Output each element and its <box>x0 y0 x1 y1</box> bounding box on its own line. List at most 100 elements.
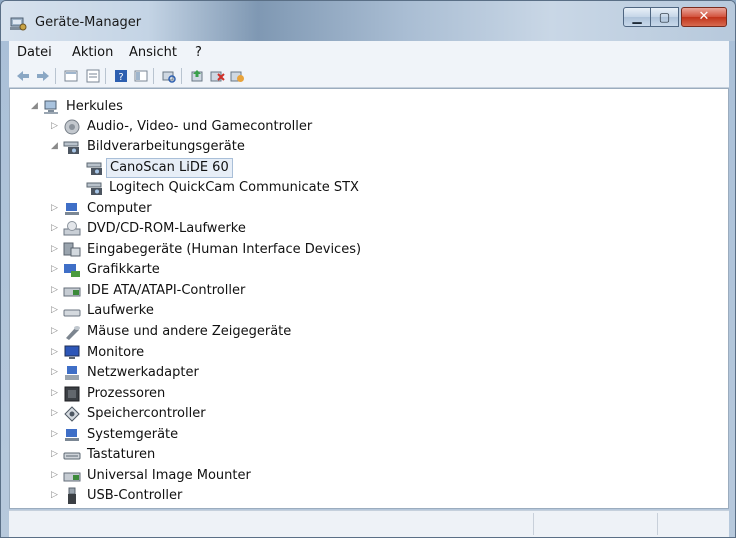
ide-controller-icon <box>63 472 81 482</box>
toolbar-separator <box>181 68 182 84</box>
tree-item-label: DVD/CD-ROM-Laufwerke <box>87 221 246 236</box>
minimize-button[interactable]: ▁ <box>623 7 651 27</box>
console-tree-icon[interactable] <box>133 68 149 84</box>
tree-item[interactable]: ▷ Speichercontroller <box>10 404 728 424</box>
expand-arrow-icon[interactable]: ▷ <box>51 347 61 357</box>
tree-item[interactable]: ▷ Audio-, Video- und Gamecontroller <box>10 117 728 137</box>
expand-arrow-icon[interactable]: ▷ <box>51 223 61 233</box>
tree-item[interactable]: ▷ IDE ATA/ATAPI-Controller <box>10 281 728 301</box>
device-manager-icon <box>10 17 27 31</box>
tree-item-label: Audio-, Video- und Gamecontroller <box>87 119 313 134</box>
menu-aktion[interactable]: Aktion <box>72 45 113 60</box>
device-tree[interactable]: ◢ Herkules ▷ Audio-, Video- und Gamecont… <box>9 88 729 509</box>
scanner-icon <box>86 182 102 195</box>
tree-item-label: Tastaturen <box>87 447 156 462</box>
tree-item-label: Systemgeräte <box>87 427 179 442</box>
maximize-icon: ▢ <box>658 10 671 24</box>
tree-item-label: Laufwerke <box>87 303 154 318</box>
tree-child-item[interactable]: CanoScan LiDE 60 <box>10 158 728 178</box>
tree-item[interactable]: ▷ Monitore <box>10 343 728 363</box>
tree-item[interactable]: ▷ Computer <box>10 199 728 219</box>
tree-item-label: IDE ATA/ATAPI-Controller <box>87 283 246 298</box>
expand-arrow-icon[interactable]: ▷ <box>51 388 61 398</box>
expand-arrow-icon[interactable]: ▷ <box>51 121 61 131</box>
tree-item[interactable]: ▷ Mäuse und andere Zeigegeräte <box>10 322 728 342</box>
properties-list-icon[interactable] <box>85 68 101 84</box>
tree-item[interactable]: ▷ Prozessoren <box>10 384 728 404</box>
toolbar: ? <box>9 65 729 88</box>
help-icon[interactable]: ? <box>113 68 129 84</box>
status-divider <box>657 513 658 535</box>
usb-icon <box>68 487 76 504</box>
svg-text:?: ? <box>118 72 123 83</box>
tree-item[interactable]: ▷ Laufwerke <box>10 301 728 321</box>
title-bar[interactable]: Geräte-Manager ▁ ▢ ✕ <box>1 1 735 41</box>
update-driver-icon[interactable] <box>189 68 205 84</box>
tree-child-item[interactable]: Logitech QuickCam Communicate STX <box>10 178 728 198</box>
keyboard-icon <box>63 452 81 460</box>
tree-item[interactable]: ▷ DVD/CD-ROM-Laufwerke <box>10 219 728 239</box>
scan-hardware-icon[interactable] <box>161 68 177 84</box>
computer-icon <box>65 203 79 215</box>
tree-view-icon[interactable] <box>63 68 79 84</box>
expand-arrow-icon[interactable]: ▷ <box>51 367 61 377</box>
expand-arrow-icon[interactable]: ▷ <box>51 429 61 439</box>
expand-arrow-icon[interactable]: ▷ <box>51 408 61 418</box>
toolbar-separator <box>55 68 56 84</box>
system-devices-icon <box>65 429 79 441</box>
expand-arrow-icon[interactable]: ▷ <box>51 264 61 274</box>
expand-arrow-icon[interactable]: ▷ <box>51 203 61 213</box>
camera-icon <box>63 141 79 154</box>
window-title: Geräte-Manager <box>35 15 142 30</box>
device-manager-window: Geräte-Manager ▁ ▢ ✕ Datei Aktion Ansich… <box>0 0 736 538</box>
expand-arrow-icon[interactable]: ▷ <box>51 449 61 459</box>
tree-item[interactable]: ▷ USB-Controller <box>10 486 728 506</box>
tree-item[interactable]: ◢ Bildverarbeitungsgeräte <box>10 137 728 157</box>
computer-icon <box>44 100 58 114</box>
collapse-arrow-icon[interactable]: ◢ <box>31 101 41 111</box>
tree-item-label: Speichercontroller <box>87 406 206 421</box>
expand-arrow-icon[interactable]: ▷ <box>51 244 61 254</box>
expand-arrow-icon[interactable]: ▷ <box>51 470 61 480</box>
tree-item[interactable]: ▷ Grafikkarte <box>10 260 728 280</box>
menu-bar: Datei Aktion Ansicht ? <box>9 41 729 66</box>
tree-child-label: CanoScan LiDE 60 <box>106 158 233 178</box>
tree-item[interactable]: ▷ Systemgeräte <box>10 425 728 445</box>
menu-help[interactable]: ? <box>195 45 202 60</box>
storage-controller-icon <box>64 406 80 422</box>
tree-item-label: Prozessoren <box>87 386 166 401</box>
forward-arrow-icon[interactable] <box>35 68 51 84</box>
tree-root[interactable]: ◢ Herkules <box>10 97 728 117</box>
expand-arrow-icon[interactable]: ▷ <box>51 305 61 315</box>
expand-arrow-icon[interactable]: ▷ <box>51 326 61 336</box>
collapse-arrow-icon[interactable]: ◢ <box>51 141 61 151</box>
speaker-icon <box>64 119 80 135</box>
close-button[interactable]: ✕ <box>681 7 727 27</box>
expand-arrow-icon[interactable]: ▷ <box>51 285 61 295</box>
disable-icon[interactable] <box>229 68 245 84</box>
expand-arrow-icon[interactable]: ▷ <box>51 490 61 500</box>
uninstall-icon[interactable] <box>209 68 225 84</box>
ide-controller-icon <box>63 287 81 297</box>
tree-item-label: Netzwerkadapter <box>87 365 199 380</box>
back-arrow-icon[interactable] <box>15 68 31 84</box>
scanner-icon <box>86 162 102 175</box>
menu-ansicht[interactable]: Ansicht <box>129 45 177 60</box>
disk-drive-icon <box>63 309 81 317</box>
toolbar-separator <box>153 68 154 84</box>
status-bar <box>9 510 729 537</box>
menu-datei[interactable]: Datei <box>17 45 52 60</box>
tree-item-label: Eingabegeräte (Human Interface Devices) <box>87 242 362 257</box>
tree-item-label: Monitore <box>87 345 145 360</box>
toolbar-separator <box>105 68 106 84</box>
maximize-button[interactable]: ▢ <box>651 7 679 27</box>
tree-item[interactable]: ▷ Universal Image Mounter <box>10 466 728 486</box>
tree-item[interactable]: ▷ Eingabegeräte (Human Interface Devices… <box>10 240 728 260</box>
status-divider <box>533 513 534 535</box>
minimize-icon: ▁ <box>632 10 642 24</box>
tree-root-label: Herkules <box>66 99 123 114</box>
tree-item-label: Grafikkarte <box>87 262 160 277</box>
tree-item-label: Bildverarbeitungsgeräte <box>87 139 245 154</box>
tree-item[interactable]: ▷ Tastaturen <box>10 445 728 465</box>
tree-item[interactable]: ▷ Netzwerkadapter <box>10 363 728 383</box>
